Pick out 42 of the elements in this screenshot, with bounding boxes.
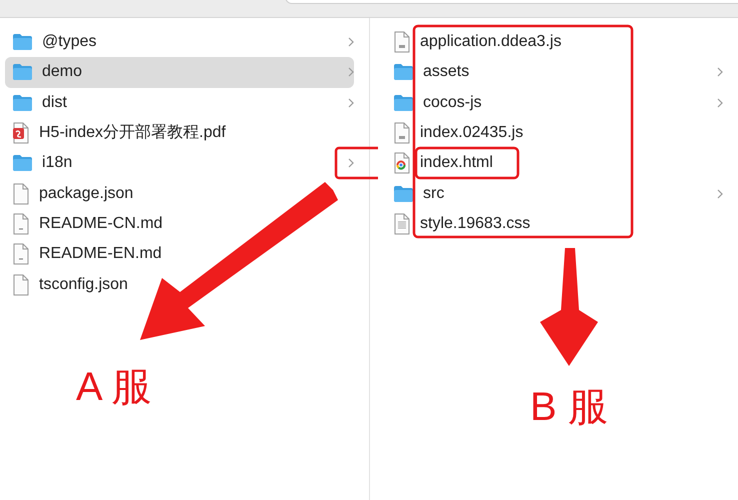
file-row[interactable]: H5-index分开部署教程.pdf bbox=[5, 118, 354, 148]
chevron-icon bbox=[717, 98, 723, 108]
file-row[interactable]: i18n bbox=[5, 148, 354, 178]
file-row[interactable]: index.html bbox=[375, 148, 723, 178]
file-row[interactable]: dist bbox=[5, 88, 354, 118]
file-row[interactable]: package.json bbox=[5, 178, 354, 209]
file-row[interactable]: demo bbox=[5, 57, 354, 88]
file-row[interactable]: @types bbox=[5, 27, 354, 58]
file-row[interactable]: cocos-js bbox=[375, 88, 723, 118]
file-row[interactable]: README-EN.md bbox=[5, 239, 354, 270]
chevron-icon bbox=[348, 67, 354, 78]
annotation-label: A 服 bbox=[76, 367, 152, 407]
folder-icon bbox=[12, 94, 33, 112]
file-row[interactable]: index.02435.js bbox=[375, 118, 723, 148]
folder-icon bbox=[393, 94, 414, 112]
folder-icon bbox=[393, 184, 414, 203]
folder-icon bbox=[393, 63, 414, 82]
chevron-icon bbox=[348, 158, 354, 168]
script-file-icon bbox=[393, 122, 411, 144]
file-row[interactable]: assets bbox=[375, 57, 723, 88]
chevron-icon bbox=[717, 67, 723, 78]
chevron-icon bbox=[348, 37, 354, 48]
file-icon bbox=[12, 274, 30, 296]
annotation-label: B 服 bbox=[530, 387, 608, 427]
chevron-icon bbox=[717, 188, 723, 199]
browser-file-icon bbox=[393, 152, 411, 174]
folder-icon bbox=[12, 33, 33, 52]
file-row[interactable]: application.ddea3.js bbox=[375, 27, 723, 58]
text-file-icon bbox=[12, 212, 30, 235]
file-row[interactable]: README-CN.md bbox=[5, 208, 354, 240]
chevron-icon bbox=[348, 98, 354, 108]
file-row[interactable]: tsconfig.json bbox=[5, 269, 354, 300]
folder-icon bbox=[12, 154, 33, 172]
file-icon bbox=[12, 182, 30, 205]
highlight-box bbox=[334, 146, 378, 180]
folder-icon bbox=[12, 63, 33, 82]
script-file-icon bbox=[393, 31, 411, 54]
pdf-file-icon bbox=[12, 122, 30, 144]
text-file-icon bbox=[12, 243, 30, 266]
stylesheet-file-icon bbox=[393, 212, 411, 235]
file-row[interactable]: style.19683.css bbox=[375, 208, 723, 240]
file-row[interactable]: src bbox=[375, 178, 723, 209]
